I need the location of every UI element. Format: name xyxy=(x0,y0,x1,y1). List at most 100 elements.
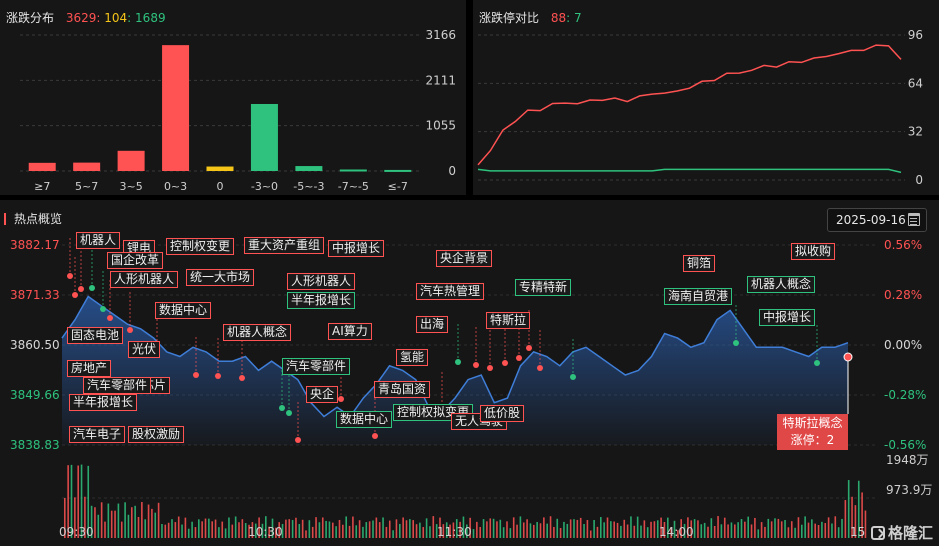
volume-bar xyxy=(432,516,435,538)
volume-bar xyxy=(124,502,126,538)
limit-up-line xyxy=(477,44,902,166)
volume-bar xyxy=(157,502,160,538)
volume-bar xyxy=(382,517,384,538)
concept-label[interactable]: 专精特新 xyxy=(515,279,572,296)
volume-bar xyxy=(288,519,291,538)
concept-label[interactable]: 机器人概念 xyxy=(223,324,292,341)
volume-bar xyxy=(533,524,535,538)
concept-label[interactable]: 汽车零部件 xyxy=(282,358,351,375)
volume-bar xyxy=(760,522,763,538)
volume-bar xyxy=(777,518,780,538)
volume-bar xyxy=(345,516,347,538)
marker-dot xyxy=(100,306,106,312)
concept-label[interactable]: 光伏 xyxy=(128,341,161,358)
volume-bar xyxy=(797,517,800,538)
pct-tick-label: -0.28% xyxy=(884,388,927,402)
concept-label[interactable]: 央企 xyxy=(306,386,339,403)
volume-bar xyxy=(804,516,806,538)
concept-label[interactable]: AI算力 xyxy=(328,323,372,340)
volume-bar xyxy=(496,521,498,538)
crosshair-dot xyxy=(843,352,853,362)
concept-label[interactable]: 低价股 xyxy=(480,405,525,422)
volume-bar xyxy=(770,521,773,538)
marker-dot xyxy=(215,373,221,379)
concept-label[interactable]: 青岛国资 xyxy=(374,381,431,398)
bar xyxy=(339,169,367,172)
volume-bar xyxy=(375,517,378,538)
volume-bar xyxy=(757,529,760,538)
volume-bar xyxy=(285,519,287,538)
concept-label[interactable]: 汽车热管理 xyxy=(416,283,485,300)
volume-bar xyxy=(291,520,294,538)
marker-dot xyxy=(193,372,199,378)
volume-bar xyxy=(539,523,542,538)
volume-bar xyxy=(198,519,200,538)
volume-bar xyxy=(610,521,612,538)
concept-label[interactable]: 固态电池 xyxy=(67,327,124,344)
volume-bar xyxy=(476,521,478,538)
volume-bar xyxy=(526,519,528,538)
tooltip-concept: 特斯拉概念 xyxy=(782,416,843,430)
concept-label[interactable]: 数据中心 xyxy=(336,411,393,428)
concept-label[interactable]: 海南自贸港 xyxy=(664,288,733,305)
concept-label[interactable]: 国企改革 xyxy=(107,252,164,269)
concept-label[interactable]: 氢能 xyxy=(396,349,429,366)
concept-label[interactable]: 半年报增长 xyxy=(69,394,138,411)
volume-bar xyxy=(402,517,404,538)
volume-bar xyxy=(827,517,830,538)
volume-bar xyxy=(214,519,217,538)
volume-bar xyxy=(744,521,746,538)
volume-bar xyxy=(385,526,388,538)
volume-bar xyxy=(583,523,585,538)
concept-label[interactable]: 中报增长 xyxy=(328,240,385,257)
concept-label[interactable]: 拟收购 xyxy=(791,243,836,260)
volume-bar xyxy=(563,521,565,538)
marker-dot xyxy=(72,292,78,298)
volume-bar xyxy=(596,526,599,538)
concept-label[interactable]: 控制权变更 xyxy=(166,238,235,255)
marker-dot xyxy=(516,355,522,361)
bar xyxy=(206,166,234,171)
concept-label[interactable]: 重大资产重组 xyxy=(244,237,325,254)
volume-bar xyxy=(208,518,210,538)
concept-label[interactable]: 统一大市场 xyxy=(186,269,255,286)
concept-label[interactable]: 汽车零部件 xyxy=(83,377,152,394)
concept-label[interactable]: 央企背景 xyxy=(436,250,493,267)
volume-bar xyxy=(399,523,401,538)
volume-bar xyxy=(171,519,173,538)
volume-bar xyxy=(707,526,709,538)
concept-label[interactable]: 股权激励 xyxy=(128,426,185,443)
volume-bar xyxy=(633,525,636,538)
concept-label[interactable]: 人形机器人 xyxy=(287,273,356,290)
volume-bar xyxy=(767,518,770,538)
concept-label[interactable]: 机器人 xyxy=(76,232,121,249)
volume-bar xyxy=(422,527,425,538)
volume-bar xyxy=(774,518,776,538)
limit-down-line xyxy=(477,168,902,174)
volume-bar xyxy=(559,528,562,538)
volume-bar xyxy=(831,523,833,538)
volume-bar xyxy=(184,517,187,538)
concept-label[interactable]: 人形机器人 xyxy=(110,271,179,288)
concept-label[interactable]: 铜箔 xyxy=(683,255,716,272)
price-tick-label: 3849.66 xyxy=(10,388,60,402)
concept-label[interactable]: 半年报增长 xyxy=(287,292,356,309)
marker-dot xyxy=(570,374,576,380)
concept-label[interactable]: 机器人概念 xyxy=(747,276,816,293)
concept-label[interactable]: 出海 xyxy=(416,316,449,333)
concept-label[interactable]: 数据中心 xyxy=(155,302,212,319)
volume-bar xyxy=(509,528,512,538)
volume-bar xyxy=(362,526,364,538)
volume-tick-label: 1948万 xyxy=(886,453,929,467)
concept-label[interactable]: 特斯拉 xyxy=(486,312,531,329)
y-tick-label: 96 xyxy=(908,28,923,42)
volume-bar xyxy=(479,526,481,538)
volume-bar xyxy=(221,521,224,538)
concept-label[interactable]: 房地产 xyxy=(67,360,112,377)
volume-bar xyxy=(94,507,96,538)
marker-dot xyxy=(239,375,245,381)
volume-bar xyxy=(720,524,723,538)
concept-label[interactable]: 中报增长 xyxy=(759,309,816,326)
concept-label[interactable]: 汽车电子 xyxy=(69,426,126,443)
volume-bar xyxy=(600,517,602,538)
